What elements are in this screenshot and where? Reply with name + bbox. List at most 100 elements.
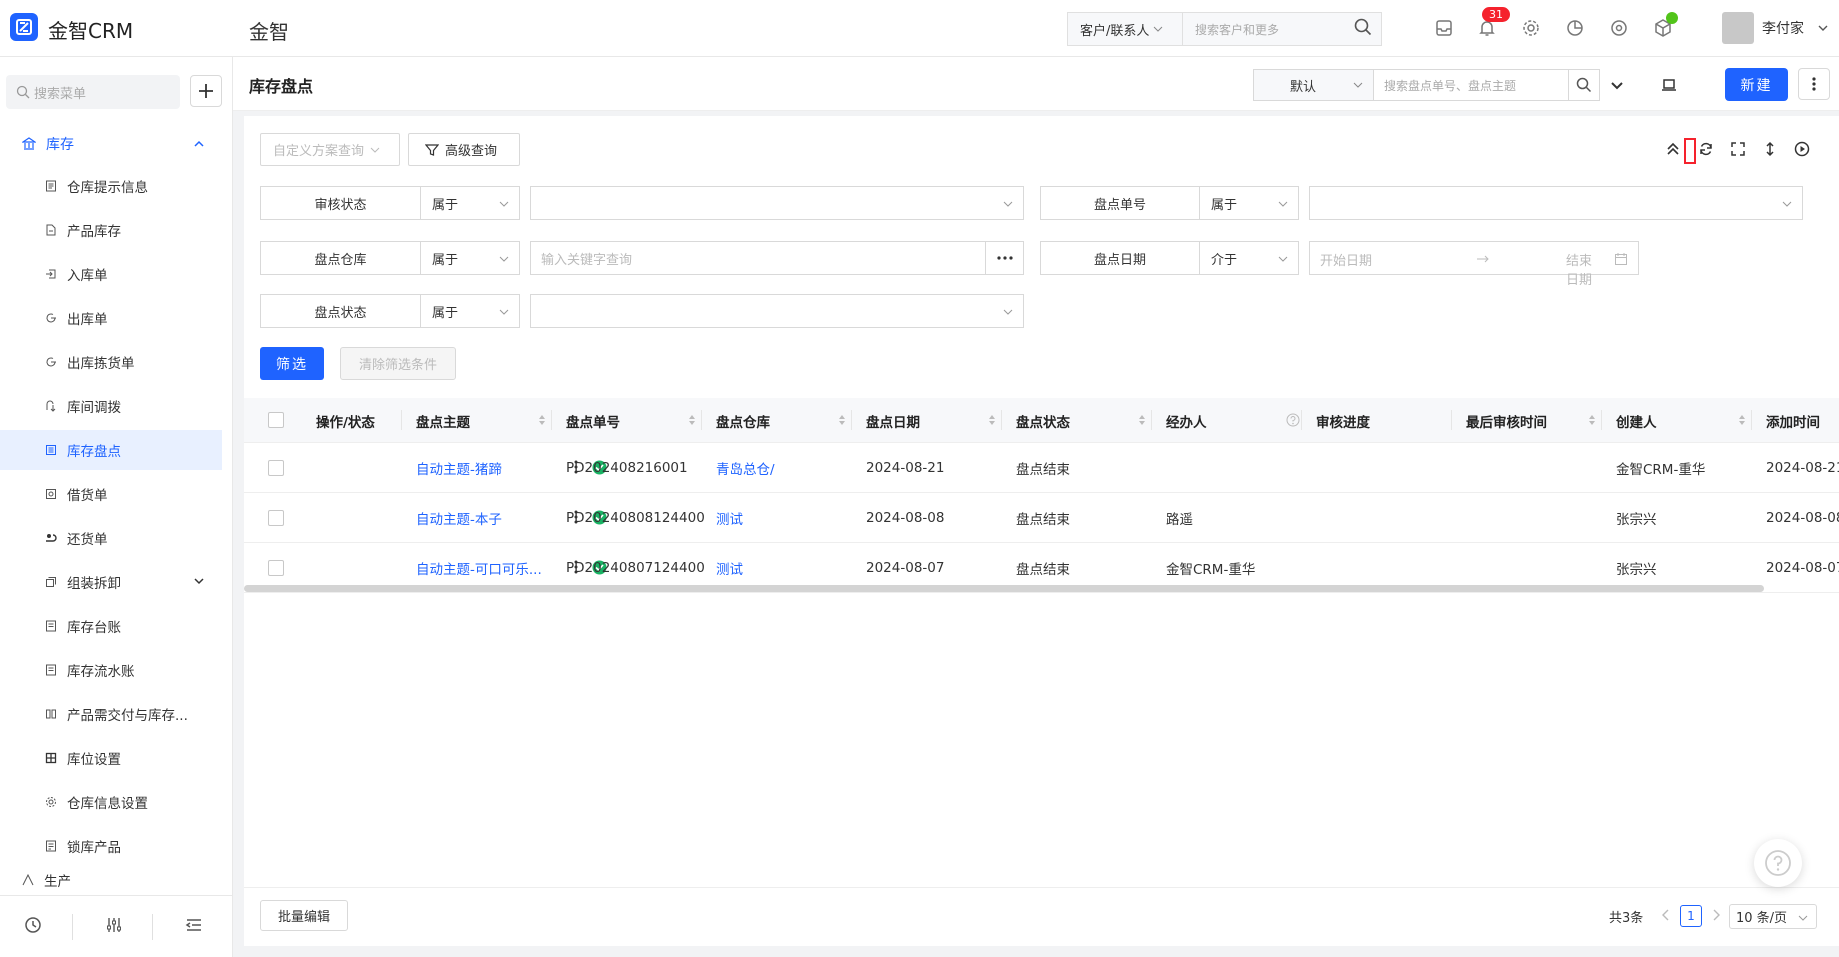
refresh-icon[interactable]	[1698, 141, 1714, 157]
cell-subject[interactable]: 自动主题-猪蹄	[416, 443, 546, 493]
sort-icon[interactable]	[1138, 414, 1146, 426]
menu-search-input[interactable]: 搜索菜单	[6, 75, 180, 109]
laptop-icon[interactable]	[1661, 77, 1677, 93]
sidebar-item-assembly[interactable]: 组装拆卸	[0, 562, 222, 602]
col-creator[interactable]: 创建人	[1616, 398, 1657, 443]
sidebar-item-ledger[interactable]: 库存台账	[0, 606, 222, 646]
cell-subject[interactable]: 自动主题-本子	[416, 493, 546, 543]
sidebar-item-warehouse-settings[interactable]: 仓库信息设置	[0, 782, 222, 822]
sidebar-item-transfer[interactable]: 库间调拨	[0, 386, 222, 426]
collapse-menu-icon[interactable]	[185, 916, 203, 934]
cell-warehouse[interactable]: 测试	[716, 493, 846, 543]
inbox-icon[interactable]	[1434, 18, 1454, 38]
page-size-select[interactable]: 10 条/页	[1729, 904, 1817, 929]
search-icon[interactable]	[1354, 18, 1372, 36]
chevron-down-icon[interactable]	[1817, 22, 1829, 34]
end-date-input[interactable]: 结束日期	[1566, 250, 1602, 288]
row-height-icon[interactable]	[1762, 141, 1778, 157]
pie-chart-icon[interactable]	[1565, 18, 1585, 38]
select-all-checkbox[interactable]	[268, 412, 284, 428]
gear-icon[interactable]	[1521, 18, 1541, 38]
search-button[interactable]	[1568, 69, 1600, 101]
cell-warehouse[interactable]: 青岛总仓/	[716, 443, 846, 493]
add-menu-button[interactable]	[190, 75, 222, 107]
filter-button[interactable]: 筛选	[260, 347, 324, 380]
sidebar-item-stocktake[interactable]: 库存盘点	[0, 430, 222, 470]
fullscreen-icon[interactable]	[1730, 141, 1746, 157]
sort-icon[interactable]	[988, 414, 996, 426]
help-button[interactable]	[1754, 839, 1802, 887]
play-icon[interactable]	[1794, 141, 1810, 157]
sidebar-item-product-stock[interactable]: 产品库存	[0, 210, 222, 250]
col-subject[interactable]: 盘点主题	[416, 398, 470, 443]
batch-edit-button[interactable]: 批量编辑	[260, 900, 348, 931]
start-date-input[interactable]: 开始日期	[1320, 250, 1372, 269]
sidebar-item-return[interactable]: 还货单	[0, 518, 222, 558]
col-number[interactable]: 盘点单号	[566, 398, 620, 443]
sidebar-item-locked-products[interactable]: 锁库产品	[0, 826, 222, 866]
chevron-left-icon[interactable]	[1661, 909, 1671, 921]
horizontal-scrollbar[interactable]	[244, 585, 1764, 592]
sidebar-item-picking[interactable]: 出库拣货单	[0, 342, 222, 382]
stocktake-search-input[interactable]: 搜索盘点单号、盘点主题	[1373, 69, 1569, 101]
sort-icon[interactable]	[538, 414, 546, 426]
table-row[interactable]: 自动主题-猪蹄 PD202408216001 青岛总仓/ 2024-08-21 …	[244, 443, 1839, 493]
row-checkbox[interactable]	[268, 510, 284, 526]
scheme-query-select[interactable]: 自定义方案查询	[260, 133, 400, 166]
date-range-picker[interactable]: 开始日期 结束日期	[1309, 241, 1639, 288]
filter-op-stocktake-date[interactable]: 介于	[1199, 241, 1299, 275]
filter-value-warehouse[interactable]: 输入关键字查询	[530, 241, 986, 275]
help-circle-icon[interactable]	[1286, 413, 1300, 427]
col-warehouse[interactable]: 盘点仓库	[716, 398, 770, 443]
filter-op-warehouse[interactable]: 属于	[420, 241, 520, 275]
sidebar-item-warehouse-alert[interactable]: 仓库提示信息	[0, 166, 222, 206]
clear-filters-button[interactable]: 清除筛选条件	[340, 347, 456, 380]
sidebar-item-flow-ledger[interactable]: 库存流水账	[0, 650, 222, 690]
sort-icon[interactable]	[688, 414, 696, 426]
menu-group-inventory[interactable]: 库存	[0, 122, 222, 166]
filter-value-stocktake-number[interactable]	[1309, 186, 1803, 220]
user-name[interactable]: 李付家	[1762, 18, 1804, 38]
warehouse-picker-button[interactable]	[985, 241, 1024, 275]
app-center-icon[interactable]	[1609, 18, 1629, 38]
chevron-right-icon[interactable]	[1711, 909, 1721, 921]
sidebar-item-outbound[interactable]: 出库单	[0, 298, 222, 338]
col-last-review[interactable]: 最后审核时间	[1466, 398, 1547, 443]
sort-icon[interactable]	[1588, 414, 1596, 426]
sliders-icon[interactable]	[105, 916, 123, 934]
sort-icon[interactable]	[838, 414, 846, 426]
col-status[interactable]: 盘点状态	[1016, 398, 1070, 443]
document-icon	[46, 180, 56, 192]
col-date[interactable]: 盘点日期	[866, 398, 920, 443]
sort-icon[interactable]	[1738, 414, 1746, 426]
global-search-input[interactable]: 搜索客户和更多	[1182, 12, 1382, 46]
app-logo-icon[interactable]	[10, 13, 38, 41]
sidebar-item-inbound[interactable]: 入库单	[0, 254, 222, 294]
filter-value-stocktake-status[interactable]	[530, 294, 1024, 328]
collapse-up-icon[interactable]	[1665, 141, 1681, 157]
divider	[244, 887, 1839, 888]
customer-type-select[interactable]: 客户/联系人	[1067, 12, 1182, 46]
page-current[interactable]: 1	[1680, 905, 1702, 927]
sidebar-item-delivery[interactable]: 产品需交付与库存...	[0, 694, 222, 734]
sidebar-group-production[interactable]: 生产	[0, 868, 222, 892]
filter-op-stocktake-status[interactable]: 属于	[420, 294, 520, 328]
view-select[interactable]: 默认	[1253, 69, 1374, 101]
sidebar-item-borrow[interactable]: 借货单	[0, 474, 222, 514]
sidebar-item-label: 仓库信息设置	[67, 796, 148, 812]
cell-date: 2024-08-21	[866, 460, 945, 476]
chevron-down-icon[interactable]	[1609, 77, 1625, 93]
filter-op-audit-status[interactable]: 属于	[420, 186, 520, 220]
col-added-time[interactable]: 添加时间	[1766, 398, 1820, 443]
history-icon[interactable]	[24, 916, 42, 934]
new-button[interactable]: 新建	[1725, 68, 1788, 101]
row-checkbox[interactable]	[268, 460, 284, 476]
avatar[interactable]	[1722, 12, 1754, 44]
row-checkbox[interactable]	[268, 560, 284, 576]
filter-value-audit-status[interactable]	[530, 186, 1024, 220]
filter-op-stocktake-number[interactable]: 属于	[1199, 186, 1299, 220]
advanced-query-button[interactable]: 高级查询	[408, 133, 520, 166]
table-row[interactable]: 自动主题-本子 PD202408081244001 测试 2024-08-08 …	[244, 493, 1839, 543]
sidebar-item-location[interactable]: 库位设置	[0, 738, 222, 778]
more-button[interactable]	[1798, 68, 1830, 100]
